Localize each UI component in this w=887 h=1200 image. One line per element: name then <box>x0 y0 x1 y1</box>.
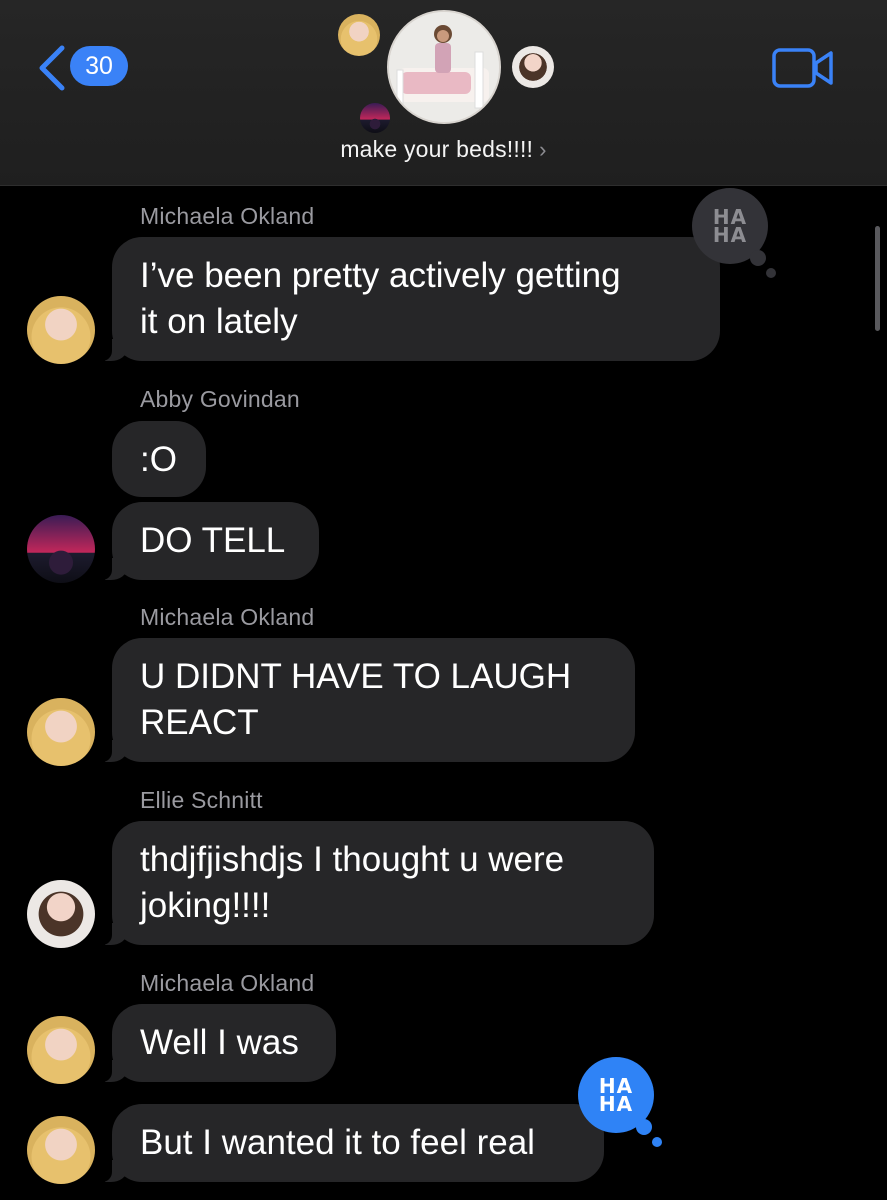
avatar[interactable] <box>27 1116 95 1184</box>
avatar[interactable] <box>27 1016 95 1084</box>
message-bubble[interactable]: DO TELL <box>100 502 319 580</box>
avatar[interactable] <box>27 296 95 364</box>
reaction-label: HA HA <box>598 1074 634 1116</box>
sender-name: Michaela Okland <box>140 970 315 996</box>
group-name: make your beds!!!! <box>340 136 534 162</box>
message-bubble[interactable]: U DIDNT HAVE TO LAUGH REACT <box>100 638 635 762</box>
unread-count-badge: 30 <box>70 46 128 86</box>
group-name-button[interactable]: make your beds!!!! › <box>0 136 887 163</box>
sender-name: Michaela Okland <box>140 604 315 630</box>
scrollbar[interactable] <box>875 226 880 331</box>
video-call-button[interactable] <box>772 48 834 88</box>
message-bubble[interactable]: But I wanted it to feel real <box>100 1104 604 1182</box>
avatar[interactable] <box>27 515 95 583</box>
group-photo[interactable] <box>387 10 501 124</box>
member-avatar[interactable] <box>512 46 554 88</box>
doll-bed-photo <box>389 12 499 122</box>
haha-reaction-icon[interactable]: HA HA <box>692 188 776 278</box>
sender-name: Ellie Schnitt <box>140 787 263 813</box>
video-camera-icon <box>772 48 833 88</box>
haha-reaction-icon[interactable]: HA HA <box>578 1057 662 1147</box>
message-bubble[interactable]: thdjfjishdjs I thought u were joking!!!! <box>100 821 654 945</box>
reaction-label: HA HA <box>712 205 748 247</box>
avatar[interactable] <box>27 880 95 948</box>
chevron-left-icon <box>39 45 65 91</box>
member-avatar[interactable] <box>360 103 390 133</box>
message-bubble[interactable]: Well I was <box>100 1004 336 1082</box>
sender-name: Abby Govindan <box>140 386 300 412</box>
sender-name: Michaela Okland <box>140 203 315 229</box>
message-bubble[interactable]: :O <box>112 421 206 497</box>
member-avatar[interactable] <box>338 14 380 56</box>
message-bubble[interactable]: I’ve been pretty actively getting it on … <box>100 237 720 361</box>
chevron-right-icon: › <box>539 137 547 162</box>
back-button[interactable]: 30 <box>36 42 136 92</box>
avatar[interactable] <box>27 698 95 766</box>
conversation-header: 30 make your beds!!!! › <box>0 0 887 186</box>
